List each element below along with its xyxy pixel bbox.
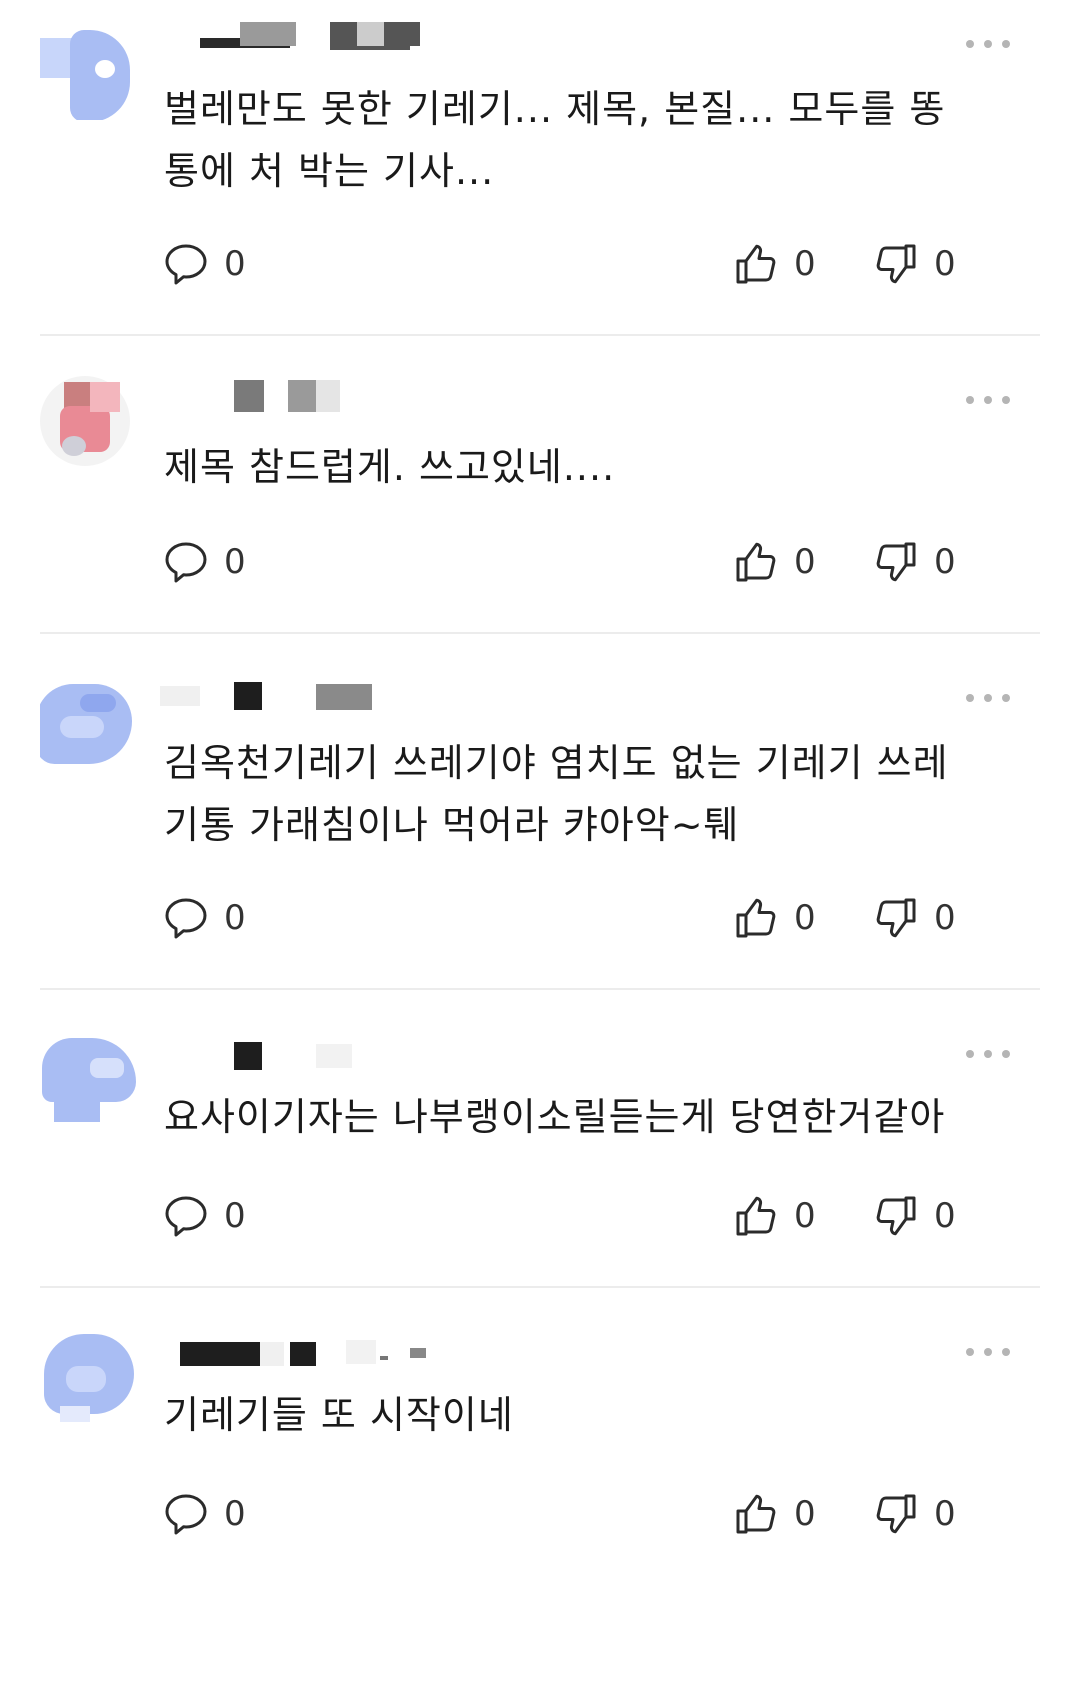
more-dots-icon[interactable] bbox=[966, 1044, 1010, 1064]
like-count: 0 bbox=[794, 1494, 816, 1534]
like-count: 0 bbox=[794, 898, 816, 938]
like-button[interactable]: 0 bbox=[734, 888, 816, 948]
dislike-count: 0 bbox=[934, 542, 956, 582]
avatar[interactable] bbox=[40, 1326, 140, 1426]
like-count: 0 bbox=[794, 1196, 816, 1236]
reply-button[interactable]: 0 bbox=[164, 1484, 246, 1544]
like-button[interactable]: 0 bbox=[734, 1484, 816, 1544]
speech-bubble-icon bbox=[165, 1196, 207, 1237]
reply-button[interactable]: 0 bbox=[164, 234, 246, 294]
comment-actions: 0 0 0 bbox=[164, 532, 984, 592]
author-meta-blurred bbox=[200, 20, 920, 56]
comment-actions: 0 0 0 bbox=[164, 1484, 984, 1544]
avatar[interactable] bbox=[40, 674, 140, 774]
dislike-count: 0 bbox=[934, 898, 956, 938]
comment-item: 벌레만도 못한 기레기... 제목, 본질... 모두를 똥통에 처 박는 기사… bbox=[40, 0, 1040, 330]
author-meta-blurred bbox=[200, 1040, 920, 1076]
comment-item: 제목 참드럽게. 쓰고있네.... 0 0 0 bbox=[40, 336, 1040, 630]
thumbs-up-icon bbox=[736, 898, 776, 938]
avatar[interactable] bbox=[40, 376, 140, 476]
like-count: 0 bbox=[794, 542, 816, 582]
thumbs-up-icon bbox=[736, 542, 776, 582]
like-button[interactable]: 0 bbox=[734, 234, 816, 294]
like-button[interactable]: 0 bbox=[734, 532, 816, 592]
dislike-button[interactable]: 0 bbox=[874, 888, 956, 948]
speech-bubble-icon bbox=[165, 542, 207, 583]
speech-bubble-icon bbox=[165, 1494, 207, 1535]
comment-text: 기레기들 또 시작이네 bbox=[164, 1393, 514, 1437]
thumbs-down-icon bbox=[876, 244, 916, 284]
thumbs-up-icon bbox=[736, 1494, 776, 1534]
dislike-count: 0 bbox=[934, 1494, 956, 1534]
author-meta-blurred bbox=[180, 1334, 920, 1370]
dislike-button[interactable]: 0 bbox=[874, 1186, 956, 1246]
avatar[interactable] bbox=[40, 20, 140, 120]
reply-button[interactable]: 0 bbox=[164, 532, 246, 592]
reply-button[interactable]: 0 bbox=[164, 1186, 246, 1246]
reply-count: 0 bbox=[224, 542, 246, 582]
comment-text: 벌레만도 못한 기레기... 제목, 본질... 모두를 똥통에 처 박는 기사… bbox=[164, 87, 946, 193]
more-dots-icon[interactable] bbox=[966, 688, 1010, 708]
comment-text: 김옥천기레기 쓰레기야 염치도 없는 기레기 쓰레기통 가래침이나 먹어라 캬아… bbox=[164, 741, 949, 847]
comment-actions: 0 0 0 bbox=[164, 1186, 984, 1246]
comment-text: 제목 참드럽게. 쓰고있네.... bbox=[164, 445, 616, 489]
comment-text: 요사이기자는 나부랭이소릴듣는게 당연한거같아 bbox=[164, 1095, 946, 1139]
more-dots-icon[interactable] bbox=[966, 390, 1010, 410]
dislike-count: 0 bbox=[934, 1196, 956, 1236]
reply-button[interactable]: 0 bbox=[164, 888, 246, 948]
more-dots-icon[interactable] bbox=[966, 34, 1010, 54]
thumbs-down-icon bbox=[876, 542, 916, 582]
like-count: 0 bbox=[794, 244, 816, 284]
speech-bubble-icon bbox=[165, 244, 207, 285]
avatar[interactable] bbox=[40, 1028, 140, 1128]
reply-count: 0 bbox=[224, 898, 246, 938]
thumbs-down-icon bbox=[876, 1494, 916, 1534]
comment-actions: 0 0 0 bbox=[164, 234, 984, 294]
comment-actions: 0 0 0 bbox=[164, 888, 984, 948]
reply-count: 0 bbox=[224, 244, 246, 284]
speech-bubble-icon bbox=[165, 898, 207, 939]
author-meta-blurred bbox=[200, 378, 920, 414]
dislike-button[interactable]: 0 bbox=[874, 532, 956, 592]
thumbs-down-icon bbox=[876, 898, 916, 938]
dislike-button[interactable]: 0 bbox=[874, 234, 956, 294]
thumbs-down-icon bbox=[876, 1196, 916, 1236]
author-meta-blurred bbox=[160, 680, 920, 716]
reply-count: 0 bbox=[224, 1196, 246, 1236]
comment-item: 김옥천기레기 쓰레기야 염치도 없는 기레기 쓰레기통 가래침이나 먹어라 캬아… bbox=[40, 634, 1040, 986]
comment-item: 요사이기자는 나부랭이소릴듣는게 당연한거같아 0 0 0 bbox=[40, 990, 1040, 1284]
dislike-button[interactable]: 0 bbox=[874, 1484, 956, 1544]
more-dots-icon[interactable] bbox=[966, 1342, 1010, 1362]
thumbs-up-icon bbox=[736, 1196, 776, 1236]
thumbs-up-icon bbox=[736, 244, 776, 284]
reply-count: 0 bbox=[224, 1494, 246, 1534]
like-button[interactable]: 0 bbox=[734, 1186, 816, 1246]
dislike-count: 0 bbox=[934, 244, 956, 284]
comment-item: 기레기들 또 시작이네 0 0 0 bbox=[40, 1288, 1040, 1694]
